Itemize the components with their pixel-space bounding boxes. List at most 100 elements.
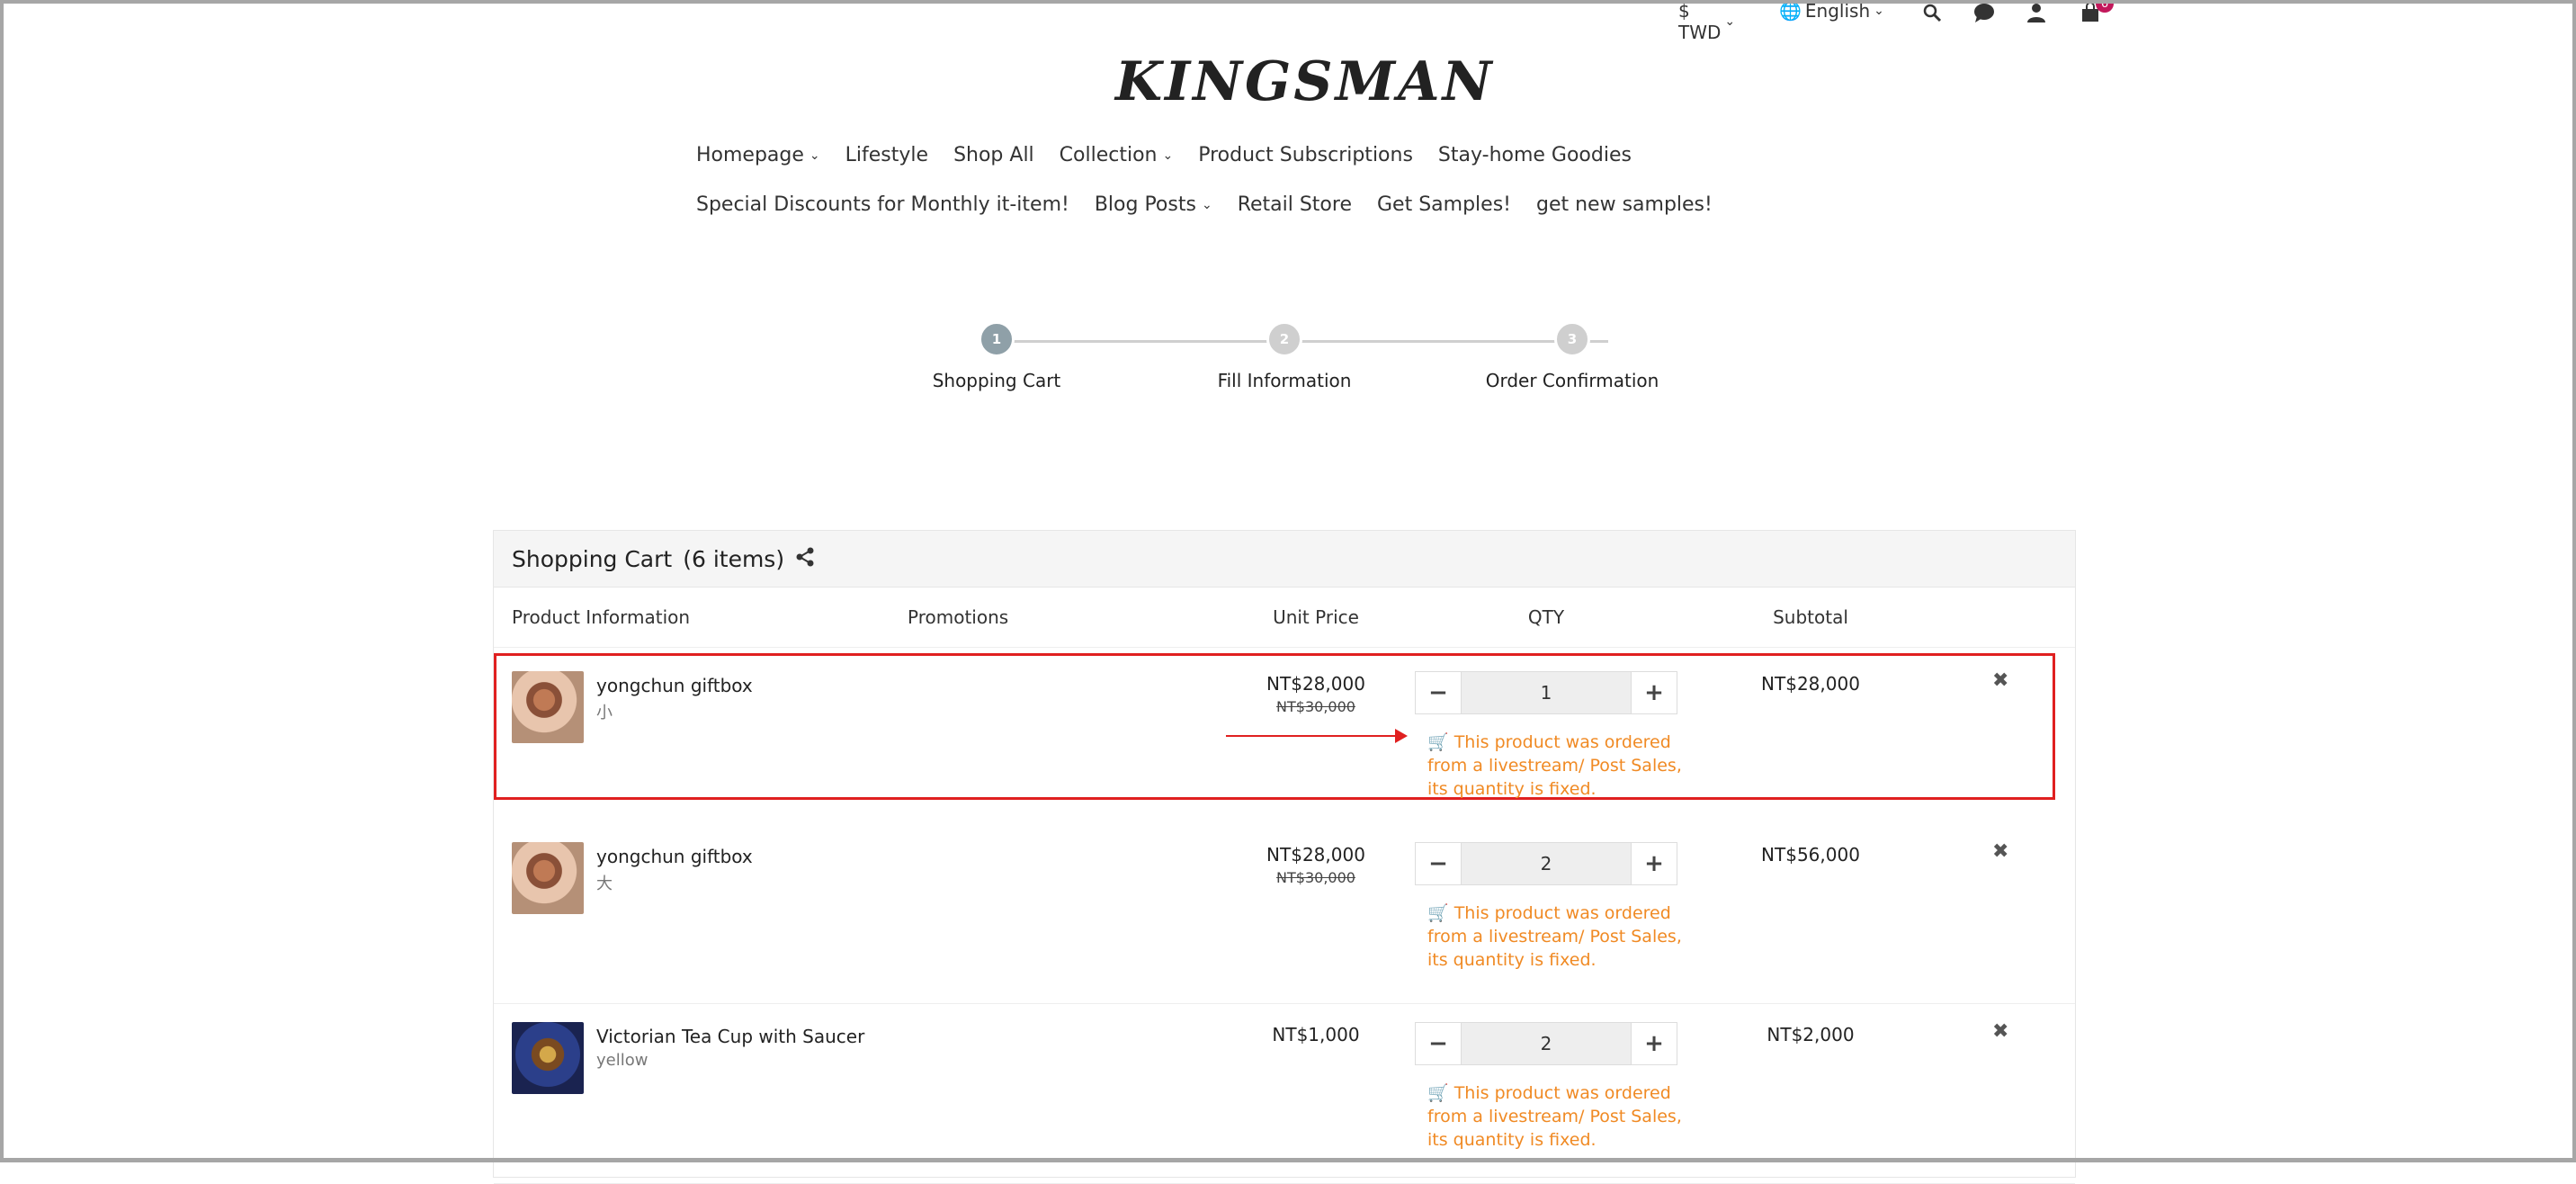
notice-text: This product was ordered from a livestre… (1427, 1083, 1682, 1150)
product-name[interactable]: yongchun giftbox (596, 846, 753, 867)
cart-column-headers: Product Information Promotions Unit Pric… (494, 588, 2075, 648)
step-label: Fill Information (1217, 370, 1352, 391)
nav-label: Special Discounts for Monthly it-item! (696, 193, 1069, 216)
col-unit-price: Unit Price (1273, 606, 1359, 628)
nav-label: Retail Store (1237, 193, 1352, 216)
chevron-down-icon: ⌄ (1162, 148, 1174, 163)
cart-icon[interactable]: 6 (2078, 0, 2114, 25)
product-thumbnail[interactable] (512, 842, 584, 914)
nav-label: Blog Posts (1094, 193, 1196, 216)
language-selector[interactable]: 🌐 English ⌄ (1779, 0, 1884, 22)
nav-lifestyle[interactable]: Lifestyle (845, 144, 928, 166)
annotation-arrow (1226, 729, 1408, 743)
livestream-notice: 🛒 This product was ordered from a livest… (1427, 731, 1688, 801)
chevron-down-icon: ⌄ (809, 148, 820, 163)
item-subtotal: NT$28,000 (1761, 673, 1860, 695)
original-price: NT$30,000 (1276, 698, 1355, 715)
step-shopping-cart: 1 Shopping Cart (898, 321, 1096, 391)
nav-homepage[interactable]: Homepage ⌄ (696, 144, 820, 166)
original-price: NT$30,000 (1276, 869, 1355, 886)
chevron-down-icon: ⌄ (1201, 197, 1212, 212)
nav-label: Collection (1059, 144, 1158, 166)
cart-count-badge: 6 (2096, 0, 2114, 13)
increase-qty-button[interactable]: + (1632, 1023, 1677, 1064)
col-promotions: Promotions (908, 606, 1009, 628)
step-label: Shopping Cart (932, 370, 1061, 391)
col-qty: QTY (1527, 606, 1565, 628)
chat-icon[interactable] (1972, 0, 1997, 25)
cart-small-icon: 🛒 (1427, 732, 1454, 752)
nav-special-discounts[interactable]: Special Discounts for Monthly it-item! (696, 193, 1069, 216)
nav-collection[interactable]: Collection ⌄ (1060, 144, 1174, 166)
nav-product-subscriptions[interactable]: Product Subscriptions (1198, 144, 1413, 166)
product-variant: 大 (596, 875, 613, 893)
remove-item-icon[interactable]: ✖ (1992, 669, 2008, 692)
cart-item-count: (6 items) (683, 545, 785, 572)
nav-stay-home-goodies[interactable]: Stay-home Goodies (1438, 144, 1632, 166)
chevron-down-icon: ⌄ (1724, 14, 1736, 29)
product-variant: 小 (596, 704, 613, 722)
product-variant: yellow (596, 1051, 648, 1070)
nav-label: Lifestyle (845, 144, 929, 166)
notice-text: This product was ordered from a livestre… (1427, 732, 1682, 799)
nav-label: Product Subscriptions (1198, 144, 1413, 166)
unit-price: NT$28,000 (1266, 673, 1365, 695)
col-product: Product Information (512, 606, 691, 628)
share-icon[interactable] (795, 546, 815, 572)
increase-qty-button[interactable]: + (1632, 843, 1677, 884)
product-name[interactable]: yongchun giftbox (596, 675, 753, 696)
nav-label: get new samples! (1535, 193, 1713, 216)
currency-selector[interactable]: $ TWD ⌄ (1678, 0, 1735, 43)
step-number: 1 (979, 321, 1015, 357)
step-order-confirmation: 3 Order Confirmation (1473, 321, 1671, 391)
quantity-stepper: − 2 + (1415, 842, 1677, 885)
col-subtotal: Subtotal (1773, 606, 1848, 628)
cart-small-icon: 🛒 (1427, 1083, 1454, 1103)
step-number: 3 (1554, 321, 1590, 357)
decrease-qty-button[interactable]: − (1416, 843, 1461, 884)
quantity-value[interactable]: 1 (1461, 672, 1632, 713)
item-subtotal: NT$2,000 (1767, 1024, 1855, 1045)
product-thumbnail[interactable] (512, 1022, 584, 1094)
nav-label: Stay-home Goodies (1437, 144, 1632, 166)
checkout-stepper: 1 Shopping Cart 2 Fill Information 3 Ord… (933, 321, 1671, 402)
currency-label: $ TWD (1678, 0, 1722, 43)
nav-retail-store[interactable]: Retail Store (1238, 193, 1352, 216)
nav-label: Homepage (696, 144, 804, 166)
unit-price: NT$1,000 (1272, 1024, 1360, 1045)
product-thumbnail[interactable] (512, 671, 584, 743)
remove-item-icon[interactable]: ✖ (1992, 1020, 2008, 1043)
site-logo[interactable]: KINGSMAN (1115, 50, 1491, 113)
cart-small-icon: 🛒 (1427, 903, 1454, 923)
decrease-qty-button[interactable]: − (1416, 1023, 1461, 1064)
remove-item-icon[interactable]: ✖ (1992, 840, 2008, 863)
nav-shop-all[interactable]: Shop All (953, 144, 1034, 166)
livestream-notice: 🛒 This product was ordered from a livest… (1427, 1081, 1688, 1152)
quantity-value[interactable]: 2 (1461, 1023, 1632, 1064)
main-nav-row-2: Special Discounts for Monthly it-item! B… (696, 193, 1713, 216)
shopping-cart-panel: Shopping Cart (6 items) Product Informat… (493, 530, 2076, 1184)
user-icon[interactable] (2024, 0, 2049, 25)
language-label: English (1804, 0, 1871, 22)
decrease-qty-button[interactable]: − (1416, 672, 1461, 713)
increase-qty-button[interactable]: + (1632, 672, 1677, 713)
livestream-notice: 🛒 This product was ordered from a livest… (1427, 901, 1688, 972)
step-label: Order Confirmation (1485, 370, 1659, 391)
chevron-down-icon: ⌄ (1874, 4, 1884, 18)
nav-blog-posts[interactable]: Blog Posts ⌄ (1095, 193, 1212, 216)
cart-item-row: yongchun giftbox 大 NT$28,000 NT$30,000 −… (494, 824, 2075, 1004)
nav-label: Shop All (953, 144, 1034, 166)
product-name[interactable]: Victorian Tea Cup with Saucer (596, 1026, 864, 1047)
cart-header: Shopping Cart (6 items) (494, 531, 2075, 588)
step-number: 2 (1266, 321, 1302, 357)
main-nav-row-1: Homepage ⌄ Lifestyle Shop All Collection ⌄… (696, 144, 1632, 166)
nav-get-new-samples[interactable]: get new samples! (1536, 193, 1713, 216)
quantity-value[interactable]: 2 (1461, 843, 1632, 884)
cart-title: Shopping Cart (512, 545, 673, 572)
quantity-stepper: − 2 + (1415, 1022, 1677, 1065)
nav-get-samples[interactable]: Get Samples! (1377, 193, 1511, 216)
cart-item-row: yongchun giftbox 小 NT$28,000 NT$30,000 −… (494, 653, 2055, 800)
unit-price: NT$28,000 (1266, 844, 1365, 866)
nav-label: Get Samples! (1377, 193, 1511, 216)
search-icon[interactable] (1919, 0, 1945, 25)
